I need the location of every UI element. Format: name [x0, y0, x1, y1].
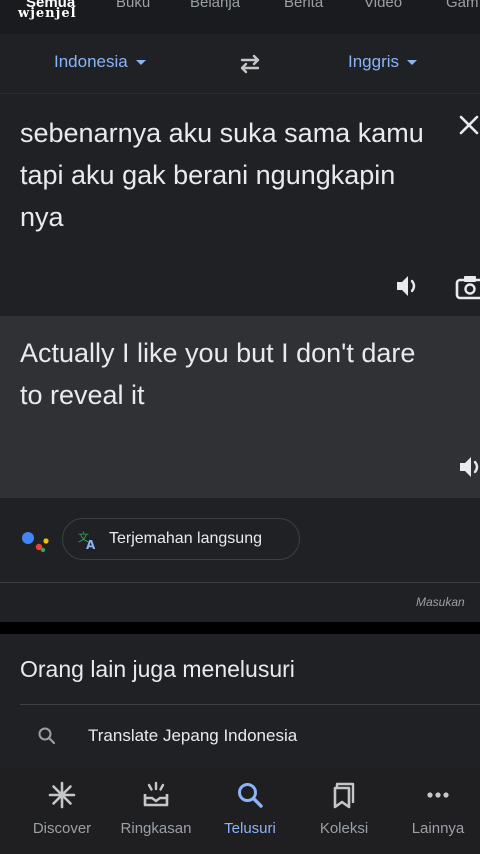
- live-translate-chip[interactable]: 文 A Terjemahan langsung: [62, 518, 300, 560]
- tab-buku[interactable]: Buku: [116, 0, 150, 11]
- nav-discover[interactable]: Discover: [14, 778, 110, 844]
- search-icon: [38, 727, 56, 745]
- related-searches-title: Orang lain juga menelusuri: [20, 656, 295, 682]
- tab-belanja[interactable]: Belanja: [190, 0, 240, 11]
- language-bar: Indonesia Inggris: [0, 34, 480, 94]
- target-language-label: Inggris: [348, 52, 400, 71]
- nav-ringkasan[interactable]: Ringkasan: [108, 778, 204, 844]
- tab-video[interactable]: Video: [364, 0, 402, 11]
- listen-translation-icon[interactable]: [456, 453, 480, 481]
- nav-label: Discover: [32, 820, 92, 837]
- nav-label: Telusuri: [224, 820, 276, 837]
- asterisk-icon: [48, 781, 76, 809]
- clear-text-icon[interactable]: [456, 112, 480, 138]
- source-language-label: Indonesia: [54, 52, 128, 71]
- more-icon: [427, 792, 449, 798]
- dropdown-caret-icon: [407, 60, 418, 66]
- related-searches: Orang lain juga menelusuri Translate Jep…: [0, 634, 480, 768]
- nav-label: Lainnya: [411, 820, 465, 837]
- listen-source-icon[interactable]: [393, 272, 421, 300]
- nav-label: Koleksi: [319, 820, 369, 837]
- feedback-row: Masukan: [0, 582, 480, 622]
- swap-languages-icon[interactable]: [236, 50, 264, 78]
- tab-gambar[interactable]: Gam: [446, 0, 479, 11]
- nav-telusuri[interactable]: Telusuri: [202, 778, 298, 844]
- nav-koleksi[interactable]: Koleksi: [296, 778, 392, 844]
- watermark: wjenjel: [18, 6, 77, 21]
- camera-icon[interactable]: [455, 273, 480, 301]
- tab-berita[interactable]: Berita: [284, 0, 323, 11]
- feedback-link[interactable]: Masukan: [416, 595, 465, 609]
- target-language-select[interactable]: Inggris: [348, 52, 418, 72]
- translation-panel: Actually I like you but I don't dare to …: [0, 316, 480, 498]
- assistant-row: 文 A Terjemahan langsung: [0, 498, 480, 582]
- summary-icon: [143, 781, 169, 807]
- nav-lainnya[interactable]: Lainnya: [390, 778, 480, 844]
- nav-label: Ringkasan: [120, 820, 192, 837]
- source-language-select[interactable]: Indonesia: [54, 52, 146, 72]
- related-search-item[interactable]: Translate Jepang Indonesia: [0, 712, 480, 762]
- source-text-panel[interactable]: sebenarnya aku suka sama kamu tapi aku g…: [0, 94, 480, 316]
- translate-icon: 文 A: [78, 530, 96, 551]
- live-translate-label: Terjemahan langsung: [109, 530, 262, 547]
- related-search-label: Translate Jepang Indonesia: [88, 726, 298, 745]
- dropdown-caret-icon: [135, 60, 146, 66]
- section-gap: [0, 622, 480, 634]
- divider: [20, 704, 480, 705]
- search-tabs: Semua Buku Belanja Berita Video Gam wjen…: [0, 0, 480, 34]
- google-assistant-icon[interactable]: [20, 528, 52, 554]
- svg-text:A: A: [86, 538, 96, 551]
- collections-icon: [333, 782, 355, 809]
- search-icon: [238, 783, 263, 808]
- translated-text: Actually I like you but I don't dare to …: [20, 338, 416, 410]
- bottom-nav: Discover Ringkasan Telusuri Koleksi Lain…: [0, 768, 480, 854]
- source-text[interactable]: sebenarnya aku suka sama kamu tapi aku g…: [20, 112, 440, 238]
